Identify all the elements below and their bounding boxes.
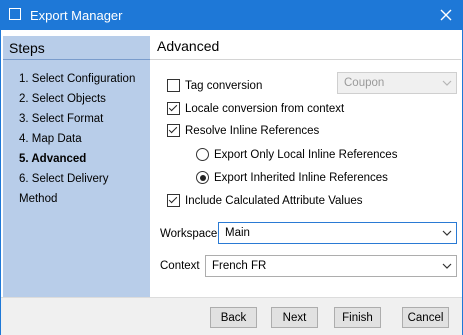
advanced-panel: Advanced Tag conversion Coupon Locale co… <box>150 30 461 297</box>
include-calculated-label: Include Calculated Attribute Values <box>185 194 363 207</box>
close-icon[interactable] <box>429 0 463 30</box>
page-title: Advanced <box>157 38 220 54</box>
chevron-down-icon <box>438 263 456 269</box>
button-bar: Back Next Finish Cancel <box>1 297 462 335</box>
chevron-down-icon <box>438 80 456 86</box>
export-inherited-label: Export Inherited Inline References <box>214 171 388 184</box>
tag-conversion-row: Tag conversion <box>167 79 262 92</box>
include-calculated-row: Include Calculated Attribute Values <box>167 194 363 207</box>
export-inherited-radio[interactable] <box>196 171 209 184</box>
tag-conversion-checkbox[interactable] <box>167 79 180 92</box>
dialog-body: Steps 1. Select Configuration 2. Select … <box>0 30 463 335</box>
resolve-inline-label: Resolve Inline References <box>185 124 320 137</box>
export-local-row: Export Only Local Inline References <box>196 148 397 161</box>
title-bar: Export Manager <box>0 0 463 30</box>
step-item-active: 5. Advanced <box>19 153 87 165</box>
finish-button[interactable]: Finish <box>334 307 381 328</box>
locale-conversion-label: Locale conversion from context <box>185 102 345 115</box>
steps-panel: Steps 1. Select Configuration 2. Select … <box>3 36 150 297</box>
context-label: Context <box>160 260 200 272</box>
resolve-inline-row: Resolve Inline References <box>167 124 319 137</box>
window-title: Export Manager <box>30 8 123 23</box>
locale-conversion-row: Locale conversion from context <box>167 102 344 115</box>
export-inherited-row: Export Inherited Inline References <box>196 171 388 184</box>
cancel-button[interactable]: Cancel <box>402 307 449 328</box>
title-divider <box>150 59 461 60</box>
workspace-select-value: Main <box>225 227 250 239</box>
app-window-icon <box>9 8 21 20</box>
next-button[interactable]: Next <box>271 307 318 328</box>
chevron-down-icon <box>438 230 456 236</box>
back-button[interactable]: Back <box>210 307 257 328</box>
steps-list: 1. Select Configuration 2. Select Object… <box>19 69 150 205</box>
resolve-inline-checkbox[interactable] <box>167 124 180 137</box>
tag-conversion-select-value: Coupon <box>344 77 385 89</box>
export-local-radio[interactable] <box>196 148 209 161</box>
tag-conversion-select[interactable]: Coupon <box>337 72 457 94</box>
step-item: 4. Map Data <box>19 133 82 145</box>
context-select[interactable]: French FR <box>205 255 457 277</box>
step-item: 3. Select Format <box>19 113 104 125</box>
include-calculated-checkbox[interactable] <box>167 194 180 207</box>
step-item: 6. Select Delivery Method <box>19 173 109 205</box>
context-select-value: French FR <box>212 260 267 272</box>
step-item: 2. Select Objects <box>19 93 106 105</box>
steps-divider <box>3 59 150 60</box>
export-local-label: Export Only Local Inline References <box>214 148 398 161</box>
tag-conversion-label: Tag conversion <box>185 79 263 92</box>
steps-title: Steps <box>9 40 45 56</box>
locale-conversion-checkbox[interactable] <box>167 102 180 115</box>
step-item: 1. Select Configuration <box>19 73 136 85</box>
workspace-select[interactable]: Main <box>218 222 457 244</box>
workspace-label: Workspace <box>160 228 218 240</box>
